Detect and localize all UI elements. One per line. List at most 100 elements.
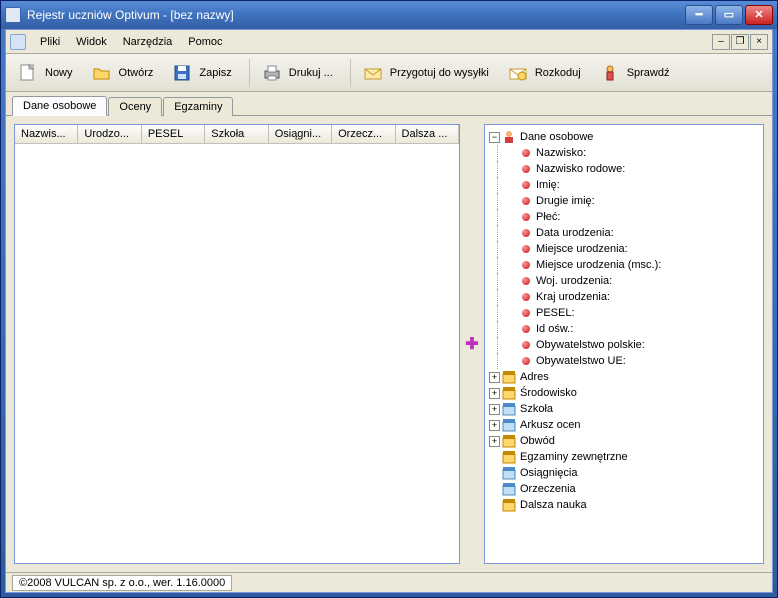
prepare-send-icon xyxy=(362,62,384,84)
col-orzeczenia[interactable]: Orzecz... xyxy=(332,125,395,143)
tree-egzaminy[interactable]: Egzaminy zewnętrzne xyxy=(489,449,759,465)
tree-arkusz[interactable]: +Arkusz ocen xyxy=(489,417,759,433)
tree-node-icon xyxy=(502,498,516,512)
tree-node-label: Nazwisko: xyxy=(536,147,586,159)
tree-szkola[interactable]: + Szkoła xyxy=(489,401,759,417)
splitter-arrow-icon: ✚ xyxy=(465,334,478,354)
sprawdz-button[interactable]: Sprawdź xyxy=(594,57,681,89)
tree-node-label: Dane osobowe xyxy=(520,131,593,143)
mdi-restore-button[interactable]: ❐ xyxy=(731,34,749,50)
tabbar: Dane osobowe Oceny Egzaminy xyxy=(6,92,772,116)
sprawdz-label: Sprawdź xyxy=(627,67,670,79)
tree-srodowisko[interactable]: +Środowisko xyxy=(489,385,759,401)
tree-node-icon xyxy=(502,450,516,464)
tree-node-label: Miejsce urodzenia (msc.): xyxy=(536,259,661,271)
tree-field-2[interactable]: Imię: xyxy=(489,177,759,193)
rozkoduj-button[interactable]: Rozkoduj xyxy=(502,57,592,89)
tree-expander[interactable]: − xyxy=(489,132,500,143)
maximize-button[interactable]: ▭ xyxy=(715,5,743,25)
tree-node-label: Obwód xyxy=(520,435,555,447)
tree-dalsza[interactable]: Dalsza nauka xyxy=(489,497,759,513)
tree-node-icon xyxy=(502,370,516,384)
bullet-icon xyxy=(522,149,530,157)
menu-pomoc[interactable]: Pomoc xyxy=(180,33,230,51)
tree-field-0[interactable]: Nazwisko: xyxy=(489,145,759,161)
save-icon xyxy=(171,62,193,84)
tree-field-8[interactable]: Woj. urodzenia: xyxy=(489,273,759,289)
otworz-label: Otwórz xyxy=(119,67,154,79)
tree-node-label: Adres xyxy=(520,371,549,383)
close-button[interactable]: ✕ xyxy=(745,5,773,25)
bullet-icon xyxy=(522,357,530,365)
tree-dane-osobowe[interactable]: − Dane osobowe xyxy=(489,129,759,145)
col-osiagniecia[interactable]: Osiągni... xyxy=(269,125,332,143)
tree-node-label: Egzaminy zewnętrzne xyxy=(520,451,628,463)
tree-expander[interactable]: + xyxy=(489,372,500,383)
tab-egzaminy[interactable]: Egzaminy xyxy=(163,97,233,116)
mdi-close-button[interactable]: × xyxy=(750,34,768,50)
col-nazwisko[interactable]: Nazwis... xyxy=(15,125,78,143)
tree-expander[interactable]: + xyxy=(489,420,500,431)
tree-field-4[interactable]: Płeć: xyxy=(489,209,759,225)
bullet-icon xyxy=(522,277,530,285)
zapisz-button[interactable]: Zapisz xyxy=(166,57,242,89)
table-body[interactable] xyxy=(15,144,459,563)
col-dalsza[interactable]: Dalsza ... xyxy=(396,125,459,143)
content-area: Nazwis... Urodzo... PESEL Szkoła Osiągni… xyxy=(6,116,772,572)
tree-expander[interactable]: + xyxy=(489,388,500,399)
print-icon xyxy=(261,62,283,84)
tree-field-1[interactable]: Nazwisko rodowe: xyxy=(489,161,759,177)
table-header: Nazwis... Urodzo... PESEL Szkoła Osiągni… xyxy=(15,125,459,144)
tree-osiagniecia[interactable]: Osiągnięcia xyxy=(489,465,759,481)
tree-adres[interactable]: + Adres xyxy=(489,369,759,385)
tree-expander[interactable]: + xyxy=(489,436,500,447)
tree-obwod[interactable]: + Obwód xyxy=(489,433,759,449)
drukuj-button[interactable]: Drukuj ... xyxy=(256,57,344,89)
tree-node-label: Obywatelstwo UE: xyxy=(536,355,626,367)
decode-icon xyxy=(507,62,529,84)
tree-field-12[interactable]: Obywatelstwo polskie: xyxy=(489,337,759,353)
menubar: Pliki Widok Narzędzia Pomoc – ❐ × xyxy=(6,30,772,54)
tab-dane-osobowe[interactable]: Dane osobowe xyxy=(12,96,107,116)
splitter[interactable]: ✚ xyxy=(460,124,484,564)
bullet-icon xyxy=(522,165,530,173)
przygotuj-button[interactable]: Przygotuj do wysyłki xyxy=(357,57,500,89)
tree-field-13[interactable]: Obywatelstwo UE: xyxy=(489,353,759,369)
tree-field-7[interactable]: Miejsce urodzenia (msc.): xyxy=(489,257,759,273)
tree-node-label: Id ośw.: xyxy=(536,323,573,335)
tab-oceny[interactable]: Oceny xyxy=(108,97,162,116)
minimize-button[interactable]: ━ xyxy=(685,5,713,25)
menu-pliki[interactable]: Pliki xyxy=(32,33,68,51)
menu-narzedzia[interactable]: Narzędzia xyxy=(115,33,181,51)
col-szkola[interactable]: Szkoła xyxy=(205,125,268,143)
menu-widok[interactable]: Widok xyxy=(68,33,115,51)
tree-node-label: Osiągnięcia xyxy=(520,467,577,479)
tree-field-3[interactable]: Drugie imię: xyxy=(489,193,759,209)
mdi-minimize-button[interactable]: – xyxy=(712,34,730,50)
tree-node-label: Szkoła xyxy=(520,403,553,415)
przygotuj-label: Przygotuj do wysyłki xyxy=(390,67,489,79)
otworz-button[interactable]: Otwórz xyxy=(86,57,165,89)
tree-orzeczenia[interactable]: Orzeczenia xyxy=(489,481,759,497)
app-icon xyxy=(5,7,21,23)
properties-tree[interactable]: − Dane osobowe Nazwisko: Nazwisko rodowe:Im… xyxy=(484,124,764,564)
student-table: Nazwis... Urodzo... PESEL Szkoła Osiągni… xyxy=(14,124,460,564)
col-pesel[interactable]: PESEL xyxy=(142,125,205,143)
tree-field-5[interactable]: Data urodzenia: xyxy=(489,225,759,241)
tree-field-6[interactable]: Miejsce urodzenia: xyxy=(489,241,759,257)
statusbar: ©2008 VULCAN sp. z o.o., wer. 1.16.0000 xyxy=(6,572,772,592)
tree-field-9[interactable]: Kraj urodzenia: xyxy=(489,289,759,305)
nowy-button[interactable]: Nowy xyxy=(12,57,84,89)
toolbar: Nowy Otwórz Zapisz Drukuj ... xyxy=(6,54,772,92)
tree-field-10[interactable]: PESEL: xyxy=(489,305,759,321)
tree-node-label: Data urodzenia: xyxy=(536,227,614,239)
client-area: Pliki Widok Narzędzia Pomoc – ❐ × Nowy xyxy=(5,29,773,593)
col-urodzony[interactable]: Urodzo... xyxy=(78,125,141,143)
tree-expander[interactable]: + xyxy=(489,404,500,415)
tree-node-label: Orzeczenia xyxy=(520,483,576,495)
bullet-icon xyxy=(522,245,530,253)
tree-field-11[interactable]: Id ośw.: xyxy=(489,321,759,337)
bullet-icon xyxy=(522,309,530,317)
tree-node-icon xyxy=(502,418,516,432)
tree-node-label: Drugie imię: xyxy=(536,195,595,207)
